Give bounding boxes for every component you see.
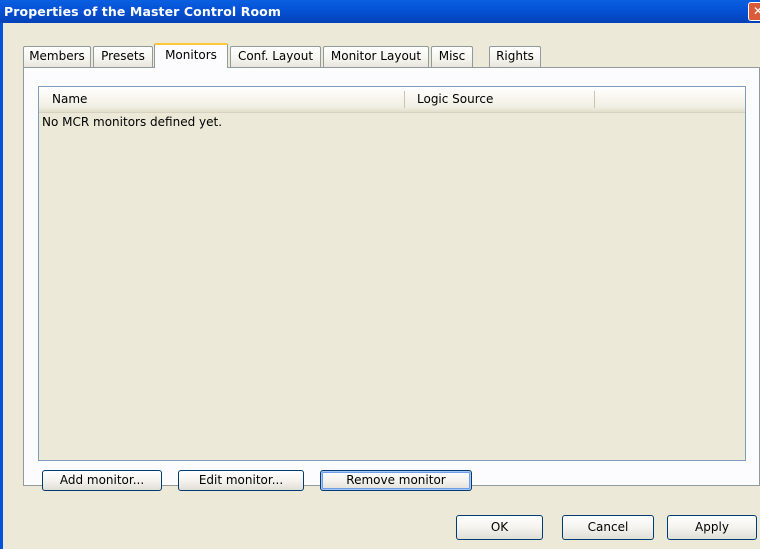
tab-monitors[interactable]: Monitors	[154, 43, 228, 68]
tab-monitor-layout[interactable]: Monitor Layout	[323, 46, 429, 67]
tab-presets[interactable]: Presets	[93, 46, 153, 67]
remove-monitor-button[interactable]: Remove monitor	[320, 470, 472, 491]
column-header-logic-source[interactable]: Logic Source	[417, 87, 493, 112]
tab-conf-layout[interactable]: Conf. Layout	[230, 46, 321, 67]
column-divider[interactable]	[404, 91, 405, 108]
list-header: Name Logic Source	[39, 87, 745, 113]
tab-members[interactable]: Members	[23, 46, 91, 67]
tab-misc[interactable]: Misc	[431, 46, 473, 67]
edit-monitor-button[interactable]: Edit monitor...	[178, 470, 304, 491]
title-bar[interactable]: Properties of the Master Control Room ✕	[0, 0, 760, 23]
ok-button[interactable]: OK	[456, 515, 543, 540]
add-monitor-button[interactable]: Add monitor...	[42, 470, 162, 491]
tab-rights[interactable]: Rights	[489, 46, 541, 67]
cancel-button[interactable]: Cancel	[562, 515, 654, 540]
apply-button[interactable]: Apply	[667, 515, 757, 540]
column-header-name[interactable]: Name	[52, 87, 87, 112]
empty-list-message: No MCR monitors defined yet.	[42, 115, 223, 129]
properties-dialog: Properties of the Master Control Room ✕ …	[0, 0, 760, 549]
window-title: Properties of the Master Control Room	[4, 4, 281, 19]
column-divider[interactable]	[594, 91, 595, 108]
monitors-list[interactable]: Name Logic Source No MCR monitors define…	[38, 86, 746, 461]
close-icon[interactable]: ✕	[748, 2, 760, 21]
